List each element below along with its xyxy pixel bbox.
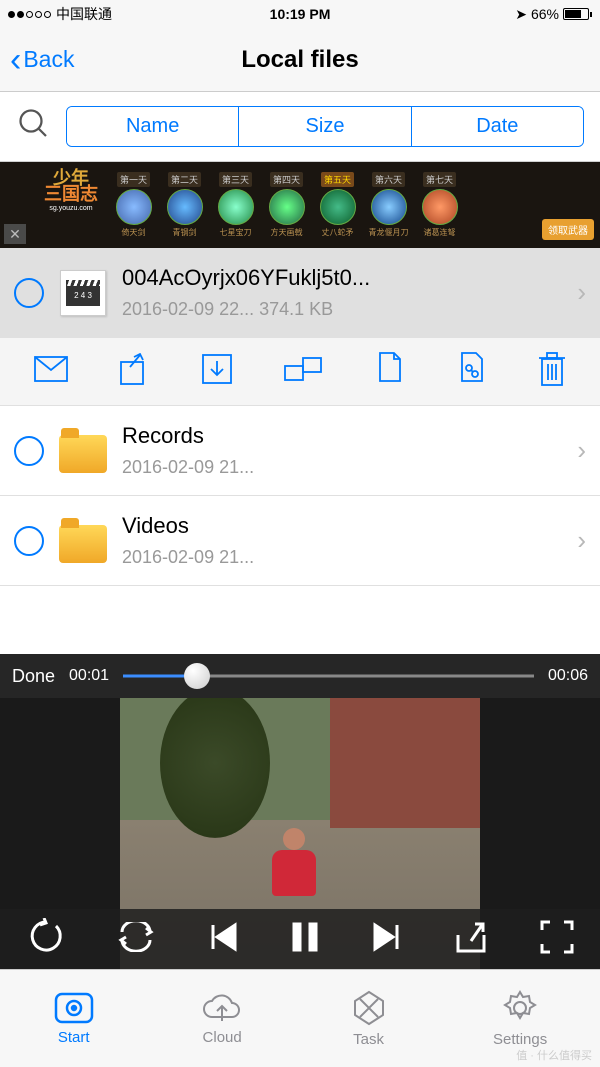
- fullscreen-icon[interactable]: [540, 920, 574, 959]
- page-watermark: 值 · 什么值得买: [516, 1047, 592, 1063]
- folder-icon: [58, 516, 108, 566]
- tab-label: Cloud: [203, 1029, 242, 1046]
- page-title: Local files: [0, 46, 600, 74]
- sort-size-button[interactable]: Size: [239, 107, 411, 146]
- sort-date-button[interactable]: Date: [412, 107, 583, 146]
- download-icon[interactable]: [202, 354, 232, 389]
- tab-settings[interactable]: Settings: [493, 989, 547, 1048]
- seek-slider[interactable]: [123, 661, 534, 691]
- select-circle[interactable]: [14, 278, 44, 308]
- status-bar: 中国联通 10:19 PM ➤ 66%: [0, 0, 600, 28]
- mail-icon[interactable]: [34, 356, 68, 387]
- select-circle[interactable]: [14, 526, 44, 556]
- battery-pct: 66%: [531, 6, 559, 22]
- copy-icon[interactable]: [374, 352, 404, 391]
- trash-icon[interactable]: [538, 352, 566, 391]
- rewind-icon[interactable]: [26, 918, 64, 961]
- clock: 10:19 PM: [203, 6, 398, 22]
- sort-row: Name Size Date: [0, 92, 600, 162]
- folder-row[interactable]: Videos 2016-02-09 21... ›: [0, 496, 600, 586]
- file-name: Videos: [122, 513, 563, 539]
- player-top-bar: Done 00:01 00:06: [0, 654, 600, 698]
- file-row[interactable]: 2 4 3 004AcOyrjx06YFuklj5t0... 2016-02-0…: [0, 248, 600, 338]
- file-name: 004AcOyrjx06YFuklj5t0...: [122, 265, 563, 291]
- ad-banner[interactable]: ✕ 少年 三国志 sg.youzu.com 第一天倚天剑 第二天青钢剑 第三天七…: [0, 162, 600, 248]
- player-controls: [0, 909, 600, 969]
- chevron-right-icon: ›: [577, 435, 586, 466]
- signal-icon: [8, 11, 51, 18]
- tab-label: Settings: [493, 1031, 547, 1048]
- video-player: Done 00:01 00:06 ◯ 秒拍: [0, 654, 600, 969]
- tab-task[interactable]: Task: [350, 989, 388, 1048]
- action-toolbar: [0, 338, 600, 406]
- tab-start[interactable]: Start: [53, 991, 95, 1046]
- video-file-icon: 2 4 3: [58, 268, 108, 318]
- tab-bar: Start Cloud Task Settings: [0, 969, 600, 1067]
- location-icon: ➤: [515, 6, 527, 23]
- sort-segmented: Name Size Date: [66, 106, 584, 147]
- export-icon[interactable]: [454, 921, 488, 958]
- file-meta: 2016-02-09 21...: [122, 547, 563, 568]
- share-icon[interactable]: [120, 353, 150, 390]
- pause-icon[interactable]: [291, 921, 319, 958]
- chevron-right-icon: ›: [577, 525, 586, 556]
- file-meta: 2016-02-09 22... 374.1 KB: [122, 299, 563, 320]
- battery-icon: [563, 8, 592, 20]
- select-circle[interactable]: [14, 436, 44, 466]
- rotate-icon[interactable]: [284, 355, 322, 388]
- tab-label: Task: [353, 1031, 384, 1048]
- folder-row[interactable]: Records 2016-02-09 21... ›: [0, 406, 600, 496]
- ad-cta-button[interactable]: 领取武器: [542, 219, 594, 240]
- next-icon[interactable]: [371, 921, 403, 958]
- file-meta: 2016-02-09 21...: [122, 457, 563, 478]
- link-icon[interactable]: [456, 352, 486, 391]
- folder-icon: [58, 426, 108, 476]
- search-icon[interactable]: [16, 106, 52, 147]
- file-name: Records: [122, 423, 563, 449]
- tab-label: Start: [58, 1029, 90, 1046]
- prev-icon[interactable]: [207, 921, 239, 958]
- done-button[interactable]: Done: [12, 666, 55, 687]
- elapsed-time: 00:01: [69, 667, 109, 685]
- carrier-label: 中国联通: [56, 4, 112, 24]
- sort-name-button[interactable]: Name: [67, 107, 239, 146]
- ad-brand-logo: 少年 三国志 sg.youzu.com: [34, 170, 108, 228]
- total-time: 00:06: [548, 667, 588, 685]
- nav-bar: ‹ Back Local files: [0, 28, 600, 92]
- tab-cloud[interactable]: Cloud: [200, 991, 244, 1046]
- loop-icon[interactable]: [116, 922, 156, 957]
- ad-close-button[interactable]: ✕: [4, 224, 26, 244]
- chevron-right-icon: ›: [577, 277, 586, 308]
